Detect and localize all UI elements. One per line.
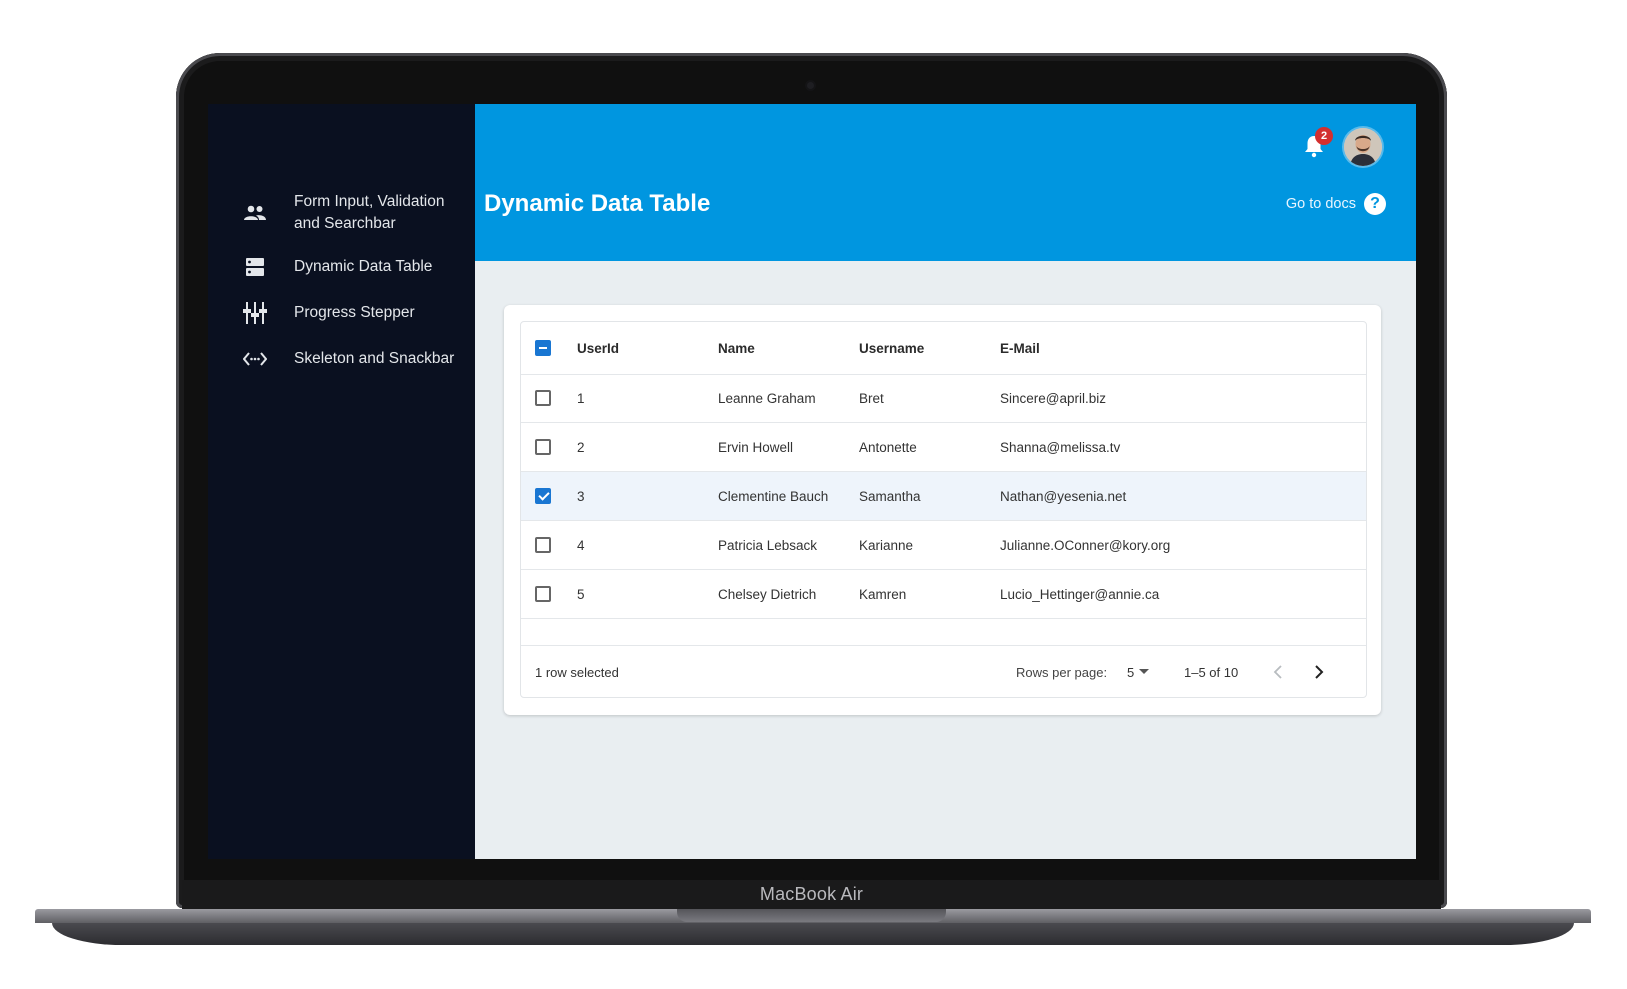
cell-userid: 1 [577, 390, 585, 406]
cell-name: Chelsey Dietrich [718, 586, 817, 602]
next-page-button[interactable] [1309, 663, 1327, 681]
selection-status: 1 row selected [535, 664, 619, 680]
sidebar-item-skeleton-snackbar[interactable]: Skeleton and Snackbar [208, 336, 475, 382]
cell-username: Samantha [859, 488, 921, 504]
sidebar: Form Input, Validation and Searchbar Dyn… [208, 104, 475, 859]
cell-email: Shanna@melissa.tv [1000, 439, 1121, 455]
sidebar-nav: Form Input, Validation and Searchbar Dyn… [208, 182, 475, 382]
table-row[interactable]: 3 Clementine Bauch Samantha Nathan@yesen… [521, 472, 1366, 521]
go-to-docs-link[interactable]: Go to docs ? [1286, 193, 1386, 215]
app-screen: Form Input, Validation and Searchbar Dyn… [208, 104, 1416, 859]
sidebar-item-label: Skeleton and Snackbar [294, 350, 455, 367]
rows-per-page-select[interactable]: 5 [1127, 665, 1150, 680]
webcam [807, 82, 814, 89]
select-all-checkbox[interactable] [535, 340, 551, 356]
row-checkbox[interactable] [535, 390, 551, 406]
column-header-email[interactable]: E-Mail [1000, 341, 1040, 356]
column-header-username[interactable]: Username [859, 341, 924, 356]
sidebar-item-form-input[interactable]: Form Input, Validation and Searchbar [208, 182, 475, 244]
help-icon: ? [1364, 193, 1386, 215]
cell-email: Lucio_Hettinger@annie.ca [1000, 586, 1160, 602]
data-table-card: UserId Name Username E-Mail 1 Leanne Gra… [504, 305, 1381, 715]
cell-username: Kamren [859, 586, 907, 602]
rows-per-page-label: Rows per page: [1016, 664, 1108, 680]
cell-name: Patricia Lebsack [718, 537, 818, 553]
code-icon [242, 346, 268, 372]
cell-name: Ervin Howell [718, 439, 794, 455]
table-row[interactable]: 2 Ervin Howell Antonette Shanna@melissa.… [521, 423, 1366, 472]
cell-userid: 5 [577, 586, 585, 602]
cell-userid: 2 [577, 439, 585, 455]
rows-per-page-value: 5 [1127, 664, 1135, 680]
sidebar-item-label: Dynamic Data Table [294, 258, 433, 275]
chevron-left-icon [1273, 665, 1282, 679]
table-pagination: 1 row selected Rows per page: 5 1–5 of 1… [521, 645, 1366, 697]
row-checkbox[interactable] [535, 488, 551, 504]
table-row[interactable]: 4 Patricia Lebsack Karianne Julianne.OCo… [521, 521, 1366, 570]
row-checkbox[interactable] [535, 439, 551, 455]
cell-username: Karianne [859, 537, 914, 553]
page-header: 2 Dynamic Data Table Go to docs ? [475, 104, 1416, 261]
row-checkbox[interactable] [535, 537, 551, 553]
pagination-range: 1–5 of 10 [1184, 664, 1239, 680]
column-header-userid[interactable]: UserId [577, 341, 619, 356]
laptop-notch [677, 909, 946, 922]
sidebar-item-progress-stepper[interactable]: Progress Stepper [208, 290, 475, 336]
cell-email: Sincere@april.biz [1000, 390, 1106, 406]
cell-email: Nathan@yesenia.net [1000, 488, 1127, 504]
cell-userid: 4 [577, 537, 585, 553]
avatar[interactable] [1344, 128, 1382, 166]
cell-name: Clementine Bauch [718, 488, 829, 504]
cell-userid: 3 [577, 488, 585, 504]
user-avatar-image [1344, 128, 1382, 166]
dropdown-arrow-icon [1139, 669, 1150, 674]
table-row[interactable]: 5 Chelsey Dietrich Kamren Lucio_Hettinge… [521, 570, 1366, 619]
stepper-icon [242, 300, 268, 326]
cell-name: Leanne Graham [718, 390, 816, 406]
laptop-chin: MacBook Air [182, 880, 1441, 910]
row-checkbox[interactable] [535, 586, 551, 602]
laptop-base-bottom [52, 923, 1574, 945]
docs-link-label: Go to docs [1285, 196, 1356, 212]
data-table: UserId Name Username E-Mail 1 Leanne Gra… [520, 321, 1367, 698]
sidebar-item-dynamic-data-table[interactable]: Dynamic Data Table [208, 244, 475, 290]
table-header-row: UserId Name Username E-Mail [521, 322, 1366, 375]
sidebar-item-label: Form Input, Validation and Searchbar [294, 193, 445, 232]
cell-username: Antonette [859, 439, 917, 455]
cell-username: Bret [859, 390, 884, 406]
main-content: 2 Dynamic Data Table Go to docs ? UserId… [475, 104, 1416, 859]
table-row[interactable]: 1 Leanne Graham Bret Sincere@april.biz [521, 374, 1366, 423]
storage-icon [242, 254, 268, 280]
notification-bell[interactable]: 2 [1303, 127, 1333, 158]
notification-badge: 2 [1315, 127, 1333, 145]
device-label: MacBook Air [759, 884, 864, 904]
people-icon [242, 200, 268, 226]
chevron-right-icon [1315, 665, 1324, 679]
previous-page-button[interactable] [1270, 663, 1288, 681]
sidebar-item-label: Progress Stepper [294, 304, 415, 321]
column-header-name[interactable]: Name [718, 341, 755, 356]
cell-email: Julianne.OConner@kory.org [1000, 537, 1171, 553]
page-title: Dynamic Data Table [484, 190, 711, 217]
